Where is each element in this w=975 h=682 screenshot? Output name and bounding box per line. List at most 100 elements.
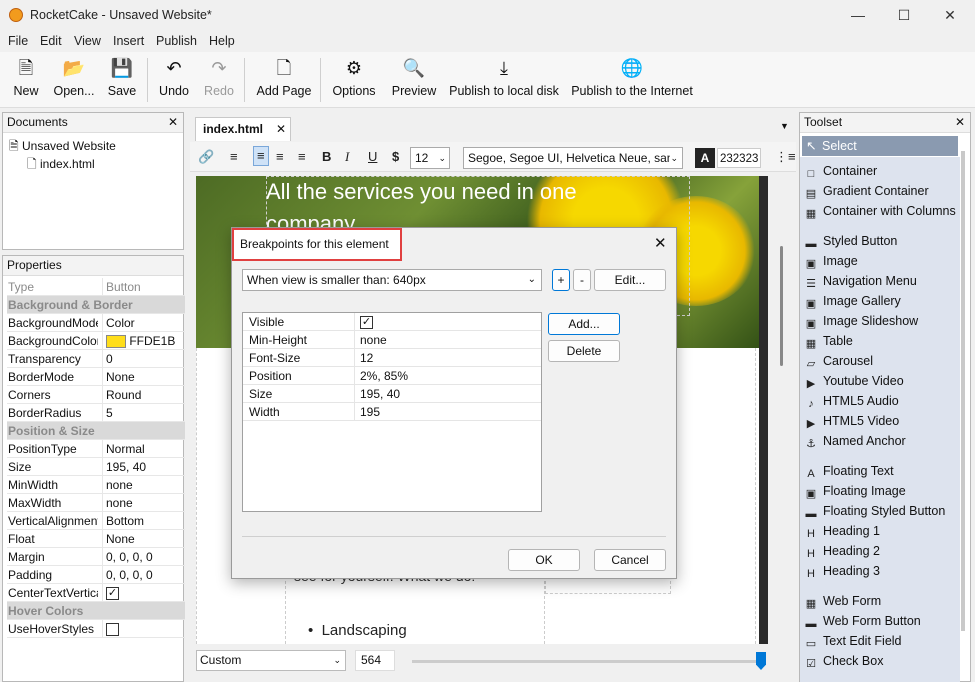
- tab-list-dropdown-icon[interactable]: ▼: [780, 121, 789, 131]
- toolset-item[interactable]: ▣ Floating Image: [804, 481, 906, 501]
- add-breakpoint-button[interactable]: +: [552, 269, 570, 291]
- toolset-item[interactable]: ▬ Floating Styled Button: [804, 501, 946, 521]
- justify-icon[interactable]: ≡: [298, 149, 306, 164]
- color-value[interactable]: 232323: [717, 148, 761, 168]
- underline-icon[interactable]: U: [368, 149, 377, 164]
- breakpoint-property-row[interactable]: Position 2%, 85%: [243, 367, 541, 385]
- text-color-button[interactable]: A: [695, 148, 715, 168]
- tree-item-page[interactable]: 🗋 index.html: [27, 155, 95, 176]
- property-row[interactable]: PositionType Normal: [7, 440, 185, 458]
- align-center-icon[interactable]: ≡: [253, 146, 269, 166]
- new-button[interactable]: 🗎 New: [8, 52, 44, 108]
- publish-internet-button[interactable]: 🌐 Publish to the Internet: [570, 52, 694, 108]
- publish-local-button[interactable]: ⤓ Publish to local disk: [448, 52, 560, 108]
- toolset-item[interactable]: ▣ Image Gallery: [804, 291, 901, 311]
- add-property-button[interactable]: Add...: [548, 313, 620, 335]
- visible-checkbox[interactable]: ✓: [360, 316, 373, 330]
- toolset-item[interactable]: ▭ Text Edit Field: [804, 631, 902, 651]
- toolset-item[interactable]: ▣ Image Slideshow: [804, 311, 918, 331]
- toolset-item[interactable]: H Heading 2: [804, 541, 880, 561]
- menu-file[interactable]: File: [8, 34, 28, 48]
- property-row[interactable]: Transparency 0: [7, 350, 185, 368]
- link-icon[interactable]: 🔗: [198, 149, 214, 165]
- property-row[interactable]: VerticalAlignment Bottom: [7, 512, 185, 530]
- toolset-item[interactable]: ⚓ Named Anchor: [804, 431, 906, 451]
- property-row[interactable]: Margin 0, 0, 0, 0: [7, 548, 185, 566]
- add-page-button[interactable]: 🗋 Add Page: [254, 52, 314, 108]
- close-icon[interactable]: ✕: [168, 115, 178, 129]
- toolset-item[interactable]: ▶ Youtube Video: [804, 371, 904, 391]
- options-button[interactable]: ⚙ Options: [329, 52, 379, 108]
- remove-breakpoint-button[interactable]: -: [573, 269, 591, 291]
- ok-button[interactable]: OK: [508, 549, 580, 571]
- breakpoint-property-row[interactable]: Width 195: [243, 403, 541, 421]
- toolset-item[interactable]: ▶ HTML5 Video: [804, 411, 899, 431]
- bullet-list-item[interactable]: • Landscaping: [308, 622, 407, 639]
- toolset-item[interactable]: ▤ Gradient Container: [804, 181, 929, 201]
- property-row[interactable]: Size 195, 40: [7, 458, 185, 476]
- toolset-item[interactable]: ☰ Navigation Menu: [804, 271, 917, 291]
- breakpoint-property-row[interactable]: Font-Size 12: [243, 349, 541, 367]
- menu-publish[interactable]: Publish: [156, 34, 197, 48]
- toolset-item[interactable]: ▦ Web Form: [804, 591, 881, 611]
- view-width-field[interactable]: 564: [355, 650, 395, 671]
- scrollbar-thumb[interactable]: [780, 246, 783, 366]
- menu-help[interactable]: Help: [209, 34, 235, 48]
- vertical-scrollbar[interactable]: [776, 176, 790, 644]
- toolset-item[interactable]: □ Container: [804, 161, 878, 181]
- toolset-select-item[interactable]: ↖ Select: [802, 136, 958, 156]
- property-row[interactable]: Corners Round: [7, 386, 185, 404]
- property-row[interactable]: CenterTextVertically✓: [7, 584, 185, 602]
- property-row[interactable]: BorderRadius 5: [7, 404, 185, 422]
- menu-edit[interactable]: Edit: [40, 34, 62, 48]
- font-size-select[interactable]: 12 ⌄: [410, 147, 450, 169]
- tab-index-html[interactable]: index.html ✕: [195, 117, 291, 141]
- property-row[interactable]: BorderMode None: [7, 368, 185, 386]
- undo-button[interactable]: ↶ Undo: [156, 52, 192, 108]
- property-row[interactable]: BackgroundMode Color: [7, 314, 185, 332]
- breakpoint-property-row[interactable]: Size 195, 40: [243, 385, 541, 403]
- breakpoint-property-row[interactable]: Min-Height none: [243, 331, 541, 349]
- toolset-item[interactable]: H Heading 1: [804, 521, 880, 541]
- font-family-select[interactable]: Segoe, Segoe UI, Helvetica Neue, san ⌄: [463, 147, 683, 169]
- preview-button[interactable]: 🔍 Preview: [389, 52, 439, 108]
- align-right-icon[interactable]: ≡: [276, 149, 284, 164]
- align-left-icon[interactable]: ≡: [230, 149, 238, 164]
- bold-icon[interactable]: B: [322, 149, 331, 164]
- checkbox[interactable]: ✓: [106, 587, 119, 601]
- toolset-scrollbar[interactable]: [961, 151, 965, 631]
- width-slider-thumb[interactable]: [756, 652, 766, 670]
- redo-button[interactable]: ↷ Redo: [201, 52, 237, 108]
- list-icon[interactable]: ⋮≡: [775, 149, 796, 165]
- toolset-item[interactable]: ▱ Carousel: [804, 351, 873, 371]
- property-row[interactable]: MinWidth none: [7, 476, 185, 494]
- property-row[interactable]: Padding 0, 0, 0, 0: [7, 566, 185, 584]
- width-slider-track[interactable]: [412, 660, 762, 663]
- toolset-item[interactable]: ▬ Styled Button: [804, 231, 898, 251]
- checkbox[interactable]: [106, 623, 119, 637]
- italic-icon[interactable]: I: [345, 149, 349, 165]
- toolset-item[interactable]: ▦ Table: [804, 331, 853, 351]
- toolset-item[interactable]: ♪ HTML5 Audio: [804, 391, 898, 411]
- property-row[interactable]: MaxWidth none: [7, 494, 185, 512]
- delete-property-button[interactable]: Delete: [548, 340, 620, 362]
- cancel-button[interactable]: Cancel: [594, 549, 666, 571]
- property-row[interactable]: UseHoverStyles: [7, 620, 185, 638]
- close-window-button[interactable]: ✕: [927, 0, 973, 30]
- breakpoint-property-row[interactable]: Visible ✓: [243, 313, 541, 331]
- maximize-button[interactable]: ☐: [881, 0, 927, 30]
- minimize-button[interactable]: —: [835, 0, 881, 30]
- toolset-item[interactable]: H Heading 3: [804, 561, 880, 581]
- toolset-item[interactable]: ▦ Container with Columns: [804, 201, 956, 221]
- property-row[interactable]: BackgroundColor FFDE1B: [7, 332, 185, 350]
- tab-close-icon[interactable]: ✕: [276, 122, 286, 136]
- color-swatch[interactable]: [106, 335, 126, 349]
- breakpoint-select[interactable]: When view is smaller than: 640px ⌄: [242, 269, 542, 291]
- edit-breakpoint-button[interactable]: Edit...: [594, 269, 666, 291]
- close-icon[interactable]: ✕: [955, 115, 965, 129]
- toolset-item[interactable]: ☑ Check Box: [804, 651, 883, 671]
- toolset-item[interactable]: ▬ Web Form Button: [804, 611, 921, 631]
- toolset-item[interactable]: ▣ Image: [804, 251, 858, 271]
- save-button[interactable]: 💾 Save: [104, 52, 140, 108]
- dollar-icon[interactable]: $: [392, 149, 399, 164]
